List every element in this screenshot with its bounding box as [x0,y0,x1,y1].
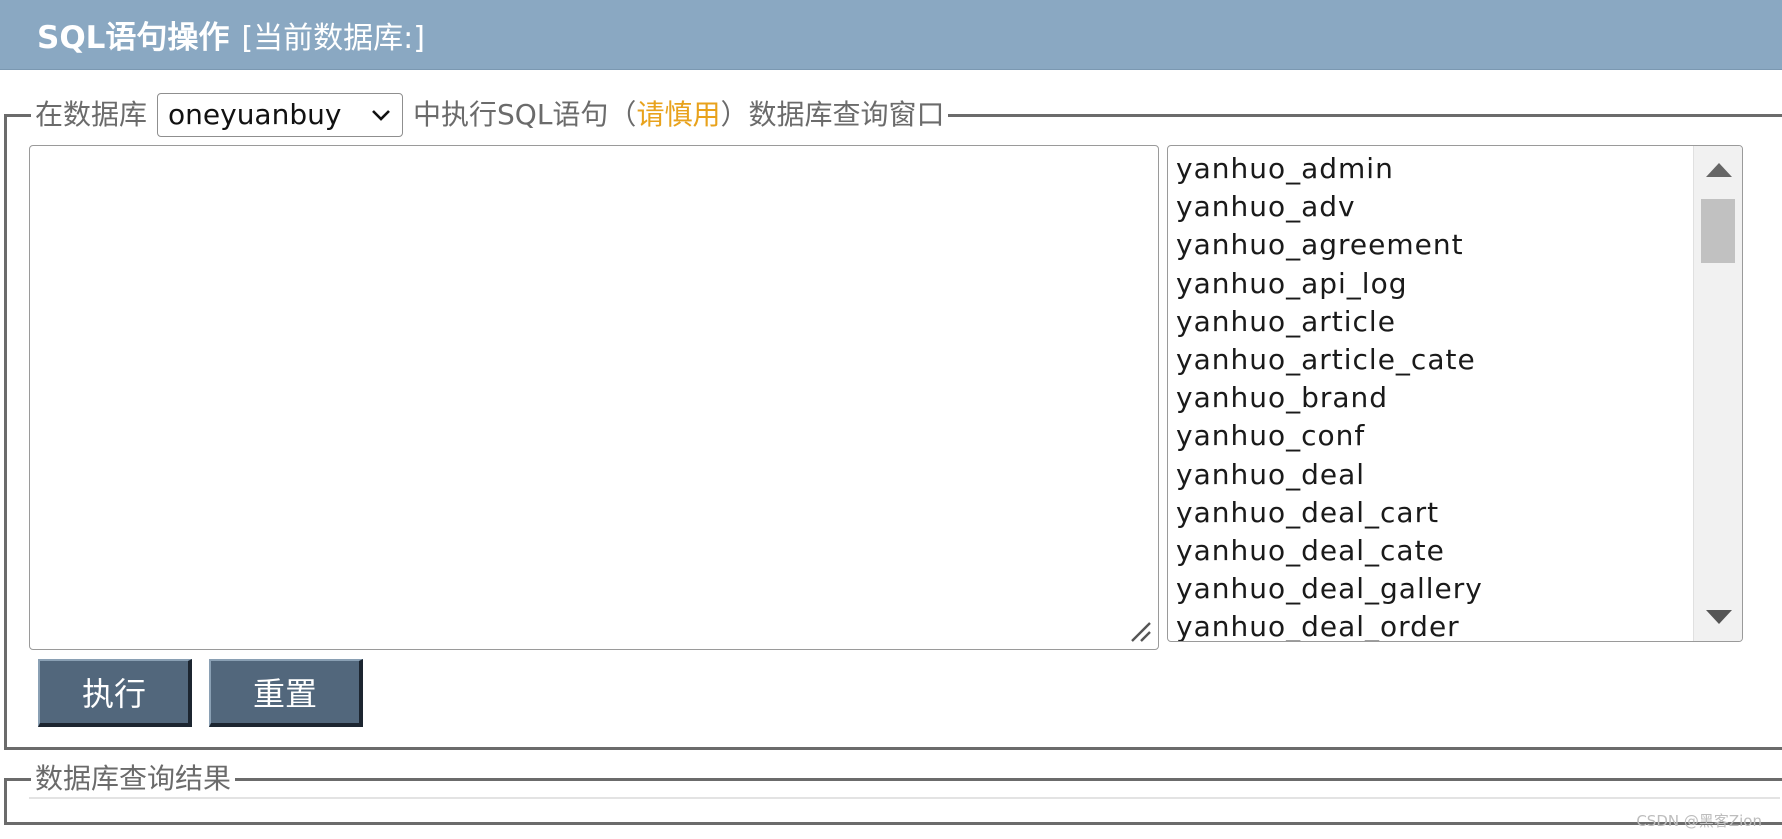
table-list-item[interactable]: yanhuo_deal [1176,456,1692,494]
reset-button[interactable]: 重置 [209,659,363,727]
scrollbar-thumb[interactable] [1701,199,1735,263]
table-list-item[interactable]: yanhuo_deal_cart [1176,494,1692,532]
result-legend-text: 数据库查询结果 [35,762,232,795]
page-title: SQL语句操作 [37,20,230,56]
scroll-down-arrow-icon[interactable] [1706,610,1732,624]
result-panel-legend: 数据库查询结果 [31,761,235,797]
table-list-item[interactable]: yanhuo_admin [1176,150,1692,188]
table-list-item[interactable]: yanhuo_brand [1176,379,1692,417]
result-area [29,797,1780,799]
table-list-item[interactable]: yanhuo_article [1176,303,1692,341]
database-select[interactable]: oneyuanbuy [157,93,404,137]
table-list-item[interactable]: yanhuo_deal_gallery [1176,570,1692,608]
table-list-item[interactable]: yanhuo_conf [1176,417,1692,455]
query-panel-legend: 在数据库 oneyuanbuy 中执行SQL语句（ 请慎用 ）数据库查询窗口 [31,93,948,137]
table-list-items: yanhuo_admin yanhuo_adv yanhuo_agreement ya… [1176,150,1692,641]
table-list-scrollbar[interactable] [1693,146,1742,641]
table-list-item[interactable]: yanhuo_api_log [1176,265,1692,303]
watermark: CSDN @黑客Zion [1636,812,1762,830]
execute-button[interactable]: 执行 [38,659,192,727]
sql-textarea[interactable] [29,145,1159,650]
chevron-down-icon [370,104,392,126]
caution-text: 请慎用 [636,98,721,131]
query-result-panel: 数据库查询结果 [4,761,1782,825]
database-select-value: oneyuanbuy [168,98,342,131]
table-list-item[interactable]: yanhuo_deal_order [1176,608,1692,641]
legend-mid: 中执行SQL语句（ [413,98,637,131]
page-header: SQL语句操作 [当前数据库:] [0,0,1782,70]
resize-handle-icon[interactable] [1126,617,1152,643]
legend-suffix: ）数据库查询窗口 [720,98,945,131]
legend-prefix: 在数据库 [35,98,148,131]
table-list[interactable]: yanhuo_admin yanhuo_adv yanhuo_agreement ya… [1167,145,1743,642]
scroll-up-arrow-icon[interactable] [1706,163,1732,177]
table-list-item[interactable]: yanhuo_adv [1176,188,1692,226]
current-database-label: [当前数据库:] [241,20,425,56]
table-list-item[interactable]: yanhuo_agreement [1176,226,1692,264]
table-list-item[interactable]: yanhuo_article_cate [1176,341,1692,379]
table-list-item[interactable]: yanhuo_deal_cate [1176,532,1692,570]
